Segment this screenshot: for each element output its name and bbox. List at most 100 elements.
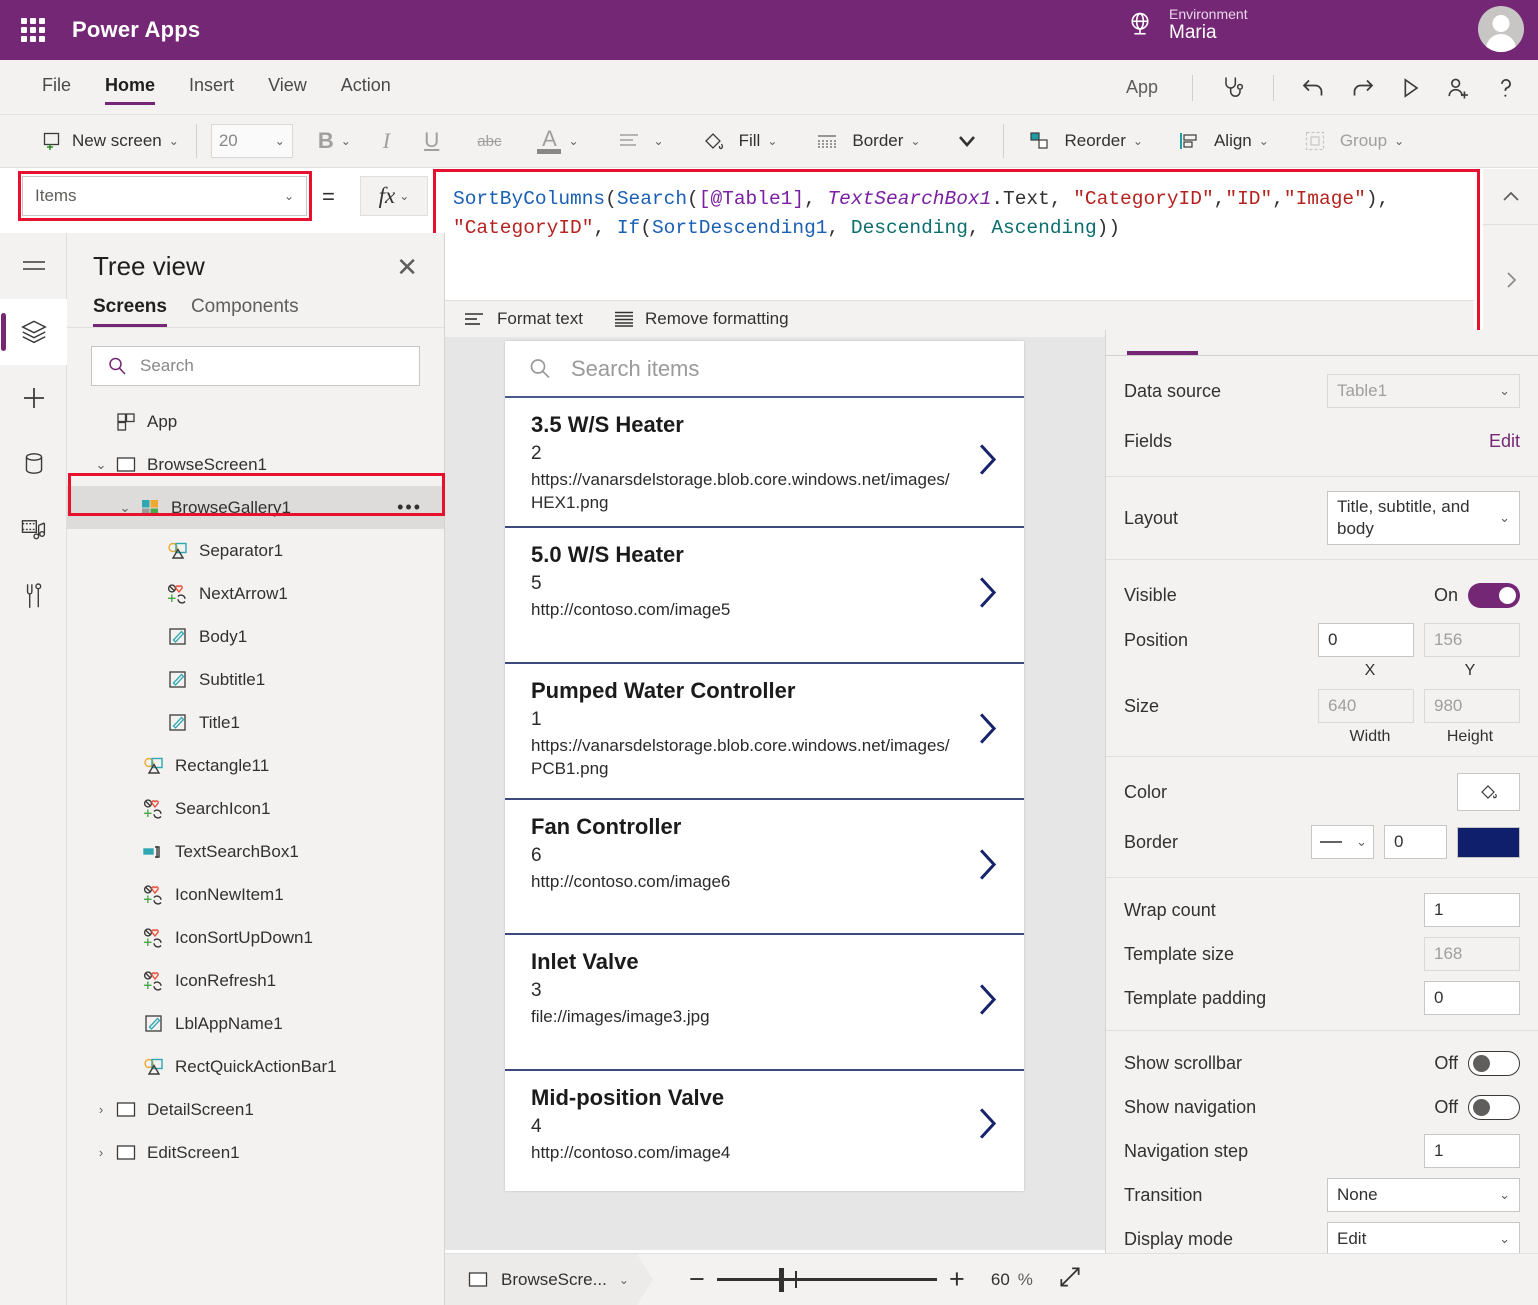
strikethrough-button[interactable]: abc — [468, 128, 510, 155]
template-padding-input[interactable]: 0 — [1424, 981, 1520, 1015]
menu-item-action[interactable]: Action — [341, 69, 391, 105]
tree-item-subtitle1[interactable]: Subtitle1 — [67, 658, 444, 701]
tree-item-rectquickactionbar1[interactable]: RectQuickActionBar1 — [67, 1045, 444, 1088]
wrap-count-input[interactable]: 1 — [1424, 893, 1520, 927]
underline-button[interactable]: U — [415, 124, 448, 158]
close-icon[interactable]: ✕ — [396, 254, 418, 280]
chevron-down-icon[interactable]: ⌄ — [91, 457, 111, 473]
menu-item-file[interactable]: File — [42, 69, 71, 105]
zoom-slider[interactable] — [717, 1265, 937, 1295]
font-size-select[interactable]: 20 ⌄ — [211, 124, 293, 158]
chevron-right-icon[interactable]: › — [91, 1102, 111, 1117]
tree-item-browsegallery1[interactable]: ⌄ BrowseGallery1 ••• — [67, 486, 444, 529]
tree-item-body1[interactable]: Body1 — [67, 615, 444, 658]
zoom-in-button[interactable]: + — [937, 1260, 977, 1300]
redo-icon[interactable] — [1338, 68, 1386, 108]
transition-select[interactable]: None ⌄ — [1327, 1178, 1520, 1212]
menu-item-view[interactable]: View — [268, 69, 307, 105]
tree-item-nextarrow1[interactable]: NextArrow1 — [67, 572, 444, 615]
italic-button[interactable]: I — [374, 123, 399, 159]
chevron-right-icon[interactable] — [970, 709, 1004, 754]
tree-item-iconsortupdown1[interactable]: IconSortUpDown1 — [67, 916, 444, 959]
insert-plus-icon[interactable] — [0, 365, 67, 431]
border-width-input[interactable]: 0 — [1384, 825, 1447, 859]
fields-edit-link[interactable]: Edit — [1489, 431, 1520, 452]
fx-button[interactable]: fx ⌄ — [360, 176, 428, 216]
play-preview-icon[interactable] — [1386, 68, 1434, 108]
zoom-out-button[interactable]: − — [677, 1260, 717, 1300]
tree-item-searchicon1[interactable]: SearchIcon1 — [67, 787, 444, 830]
tab-screens[interactable]: Screens — [93, 296, 167, 327]
gallery-item[interactable]: 3.5 W/S Heater 2 https://vanarsdelstorag… — [505, 398, 1024, 528]
hamburger-menu-icon[interactable] — [0, 233, 67, 299]
tree-item-detailscreen1[interactable]: › DetailScreen1 — [67, 1088, 444, 1131]
size-width-input[interactable]: 640 — [1318, 689, 1414, 723]
gallery-item[interactable]: Inlet Valve 3 file://images/image3.jpg — [505, 935, 1024, 1071]
align-objects-button[interactable]: Align ⌄ — [1162, 121, 1278, 161]
chevron-right-icon[interactable] — [970, 844, 1004, 889]
tree-item-title1[interactable]: Title1 — [67, 701, 444, 744]
position-x-input[interactable]: 0 — [1318, 623, 1414, 657]
chevron-down-icon[interactable]: ⌄ — [115, 500, 135, 516]
tree-view-layers-icon[interactable] — [0, 299, 67, 365]
undo-icon[interactable] — [1290, 68, 1338, 108]
properties-tab-strip[interactable] — [1106, 330, 1538, 356]
new-screen-button[interactable]: New screen ⌄ — [32, 124, 188, 158]
media-icon[interactable] — [0, 497, 67, 563]
tree-item-browsescreen1[interactable]: ⌄ BrowseScreen1 — [67, 443, 444, 486]
data-source-icon[interactable] — [0, 431, 67, 497]
gallery-item[interactable]: 5.0 W/S Heater 5 http://contoso.com/imag… — [505, 528, 1024, 664]
app-scope-label[interactable]: App — [1126, 77, 1158, 98]
fit-screen-icon[interactable] — [1057, 1264, 1083, 1295]
bold-button[interactable]: B ⌄ — [309, 123, 360, 159]
menu-item-insert[interactable]: Insert — [189, 69, 234, 105]
tab-components[interactable]: Components — [191, 296, 299, 327]
color-picker-button[interactable] — [1457, 773, 1520, 811]
tools-icon[interactable] — [0, 563, 67, 629]
data-source-select[interactable]: Table1 ⌄ — [1327, 374, 1520, 408]
stethoscope-icon[interactable] — [1209, 68, 1257, 108]
ribbon-more-button[interactable] — [945, 126, 989, 156]
tree-item-separator1[interactable]: Separator1 — [67, 529, 444, 572]
template-size-input[interactable]: 168 — [1424, 937, 1520, 971]
gallery-item[interactable]: Mid-position Valve 4 http://contoso.com/… — [505, 1071, 1024, 1181]
navigation-step-input[interactable]: 1 — [1424, 1134, 1520, 1168]
border-color-swatch[interactable] — [1457, 827, 1520, 858]
visible-toggle[interactable] — [1468, 583, 1520, 608]
menu-item-home[interactable]: Home — [105, 69, 155, 105]
tree-item-iconnewitem1[interactable]: IconNewItem1 — [67, 873, 444, 916]
chevron-right-icon[interactable] — [970, 573, 1004, 618]
remove-formatting-button[interactable]: Remove formatting — [613, 309, 789, 329]
reorder-button[interactable]: Reorder ⌄ — [1012, 121, 1151, 161]
gallery-item[interactable]: Pumped Water Controller 1 https://vanars… — [505, 664, 1024, 800]
show-navigation-toggle[interactable] — [1468, 1095, 1520, 1120]
show-scrollbar-toggle[interactable] — [1468, 1051, 1520, 1076]
display-mode-select[interactable]: Edit ⌄ — [1327, 1222, 1520, 1256]
tree-item-rectangle11[interactable]: Rectangle11 — [67, 744, 444, 787]
group-button[interactable]: Group ⌄ — [1288, 121, 1413, 161]
environment-selector[interactable]: Environment Maria — [1125, 6, 1248, 44]
help-icon[interactable] — [1482, 68, 1530, 108]
chevron-right-icon[interactable] — [970, 980, 1004, 1025]
format-text-button[interactable]: Format text — [463, 309, 583, 329]
chevron-right-icon[interactable] — [970, 440, 1004, 485]
gallery-item[interactable]: Fan Controller 6 http://contoso.com/imag… — [505, 800, 1024, 935]
size-height-input[interactable]: 980 — [1424, 689, 1520, 723]
align-text-button[interactable]: ⌄ — [602, 121, 673, 161]
waffle-menu-icon[interactable] — [18, 15, 48, 45]
tree-item-editscreen1[interactable]: › EditScreen1 — [67, 1131, 444, 1174]
tree-item-lblappname1[interactable]: LblAppName1 — [67, 1002, 444, 1045]
layout-select[interactable]: Title, subtitle, and body ⌄ — [1327, 491, 1520, 545]
share-user-icon[interactable] — [1434, 68, 1482, 108]
tree-item-app[interactable]: App — [67, 400, 444, 443]
tree-search-input[interactable]: Search — [91, 346, 420, 386]
tree-item-iconrefresh1[interactable]: IconRefresh1 — [67, 959, 444, 1002]
fill-button[interactable]: Fill ⌄ — [687, 121, 787, 161]
border-button[interactable]: Border ⌄ — [800, 121, 929, 161]
chevron-right-icon[interactable]: › — [91, 1145, 111, 1160]
position-y-input[interactable]: 156 — [1424, 623, 1520, 657]
tree-item-textsearchbox1[interactable]: TextSearchBox1 — [67, 830, 444, 873]
avatar[interactable] — [1478, 6, 1524, 52]
formula-input[interactable]: SortByColumns(Search([@Table1], TextSear… — [439, 175, 1474, 300]
screen-selector[interactable]: BrowseScre... ⌄ — [445, 1254, 653, 1305]
